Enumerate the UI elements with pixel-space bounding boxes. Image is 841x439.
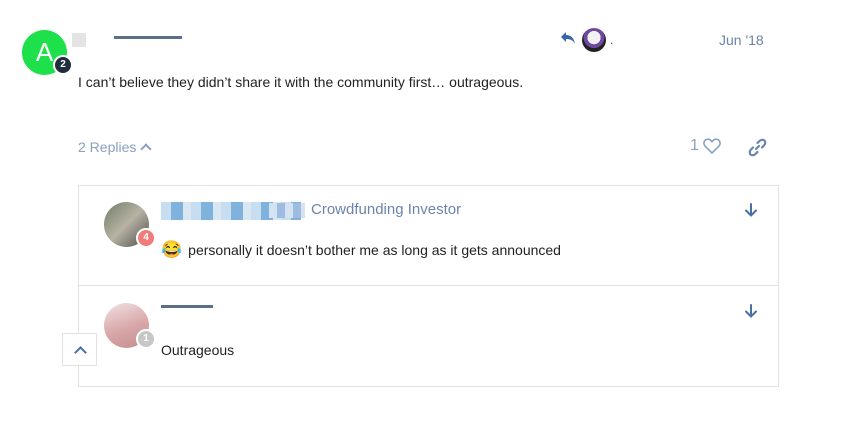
reply-to-avatar[interactable]	[582, 28, 606, 52]
like-count[interactable]: 1	[690, 137, 699, 155]
reply-to-indicator[interactable]: .	[560, 27, 613, 53]
reply-item: 1 Outrageous	[79, 287, 778, 387]
like-button[interactable]: 1	[690, 137, 721, 155]
reply-username-redacted[interactable]	[161, 305, 213, 308]
replies-toggle-button[interactable]: 2 Replies	[78, 139, 153, 155]
laughing-emoji-icon: 😂	[161, 240, 183, 259]
arrow-down-icon[interactable]	[743, 303, 759, 324]
reply-to-username[interactable]: .	[610, 33, 613, 47]
reply-body: 😂 personally it doesn’t bother me as lon…	[161, 241, 561, 258]
post-date[interactable]: Jun '18	[719, 32, 764, 48]
reply-item: 4 Crowdfunding Investor 😂 personally it …	[79, 186, 778, 286]
chevron-up-icon	[74, 346, 87, 359]
reply-level-badge: 1	[136, 329, 156, 349]
link-icon[interactable]	[748, 138, 767, 162]
reply-arrow-icon	[560, 31, 578, 50]
reply-body-text: Outrageous	[161, 342, 235, 358]
reply-body-text: personally it doesn’t bother me as long …	[188, 241, 561, 258]
username-redacted[interactable]	[72, 33, 182, 47]
reply-user-title: Crowdfunding Investor	[311, 201, 462, 218]
collapse-replies-button[interactable]	[62, 333, 97, 366]
heart-icon[interactable]	[703, 138, 721, 154]
embedded-replies: 4 Crowdfunding Investor 😂 personally it …	[78, 185, 779, 387]
reply-level-badge: 4	[136, 228, 156, 248]
replies-toggle-label: 2 Replies	[78, 139, 137, 155]
post-body: I can’t believe they didn’t share it wit…	[78, 74, 524, 90]
chevron-up-icon	[140, 143, 153, 155]
user-level-badge: 2	[53, 55, 73, 75]
reply-fullname-redacted	[269, 203, 305, 218]
arrow-down-icon[interactable]	[743, 202, 759, 223]
reply-body: Outrageous	[161, 342, 234, 358]
topic-post: A 2 . Jun '18 I can’t believe they didn’…	[0, 0, 841, 439]
